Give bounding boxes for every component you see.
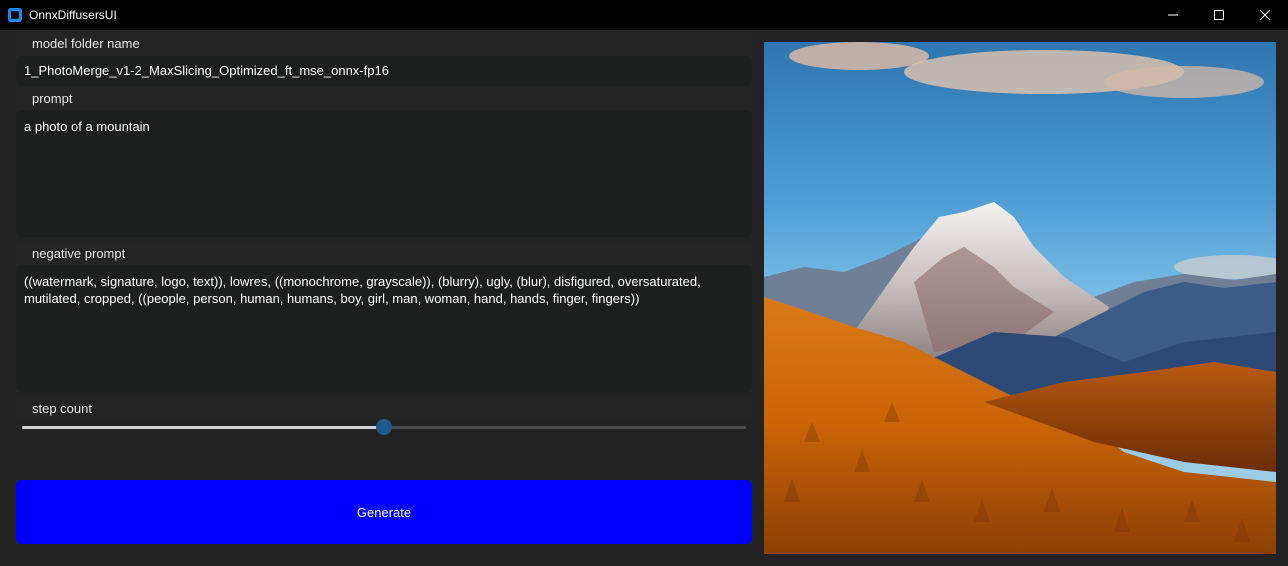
app-icon (8, 8, 22, 22)
maximize-button[interactable] (1196, 0, 1242, 30)
mountain-landscape-image (764, 42, 1276, 554)
title-bar: OnnxDiffusersUI (0, 0, 1288, 30)
model-folder-value: 1_PhotoMerge_v1-2_MaxSlicing_Optimized_f… (24, 63, 389, 78)
minimize-icon (1168, 14, 1178, 16)
generate-button-label: Generate (356, 504, 412, 520)
slider-fill (22, 426, 384, 429)
close-icon (1260, 10, 1270, 20)
generate-button[interactable]: Generate (16, 480, 752, 544)
model-folder-label: model folder name (16, 32, 752, 56)
slider-thumb[interactable] (376, 419, 392, 435)
minimize-button[interactable] (1150, 0, 1196, 30)
negative-prompt-input[interactable]: ((watermark, signature, logo, text)), lo… (16, 265, 752, 392)
negative-prompt-value: ((watermark, signature, logo, text)), lo… (24, 274, 705, 306)
window-title: OnnxDiffusersUI (29, 8, 117, 22)
prompt-label: prompt (16, 87, 752, 111)
window-controls (1150, 0, 1288, 30)
step-count-slider[interactable] (22, 418, 746, 438)
landscape-svg (764, 42, 1276, 554)
maximize-icon (1214, 10, 1224, 20)
prompt-value: a photo of a mountain (24, 119, 150, 134)
close-button[interactable] (1242, 0, 1288, 30)
prompt-input[interactable]: a photo of a mountain (16, 110, 752, 237)
model-folder-input[interactable]: 1_PhotoMerge_v1-2_MaxSlicing_Optimized_f… (16, 56, 752, 86)
negative-prompt-label: negative prompt (16, 242, 752, 266)
